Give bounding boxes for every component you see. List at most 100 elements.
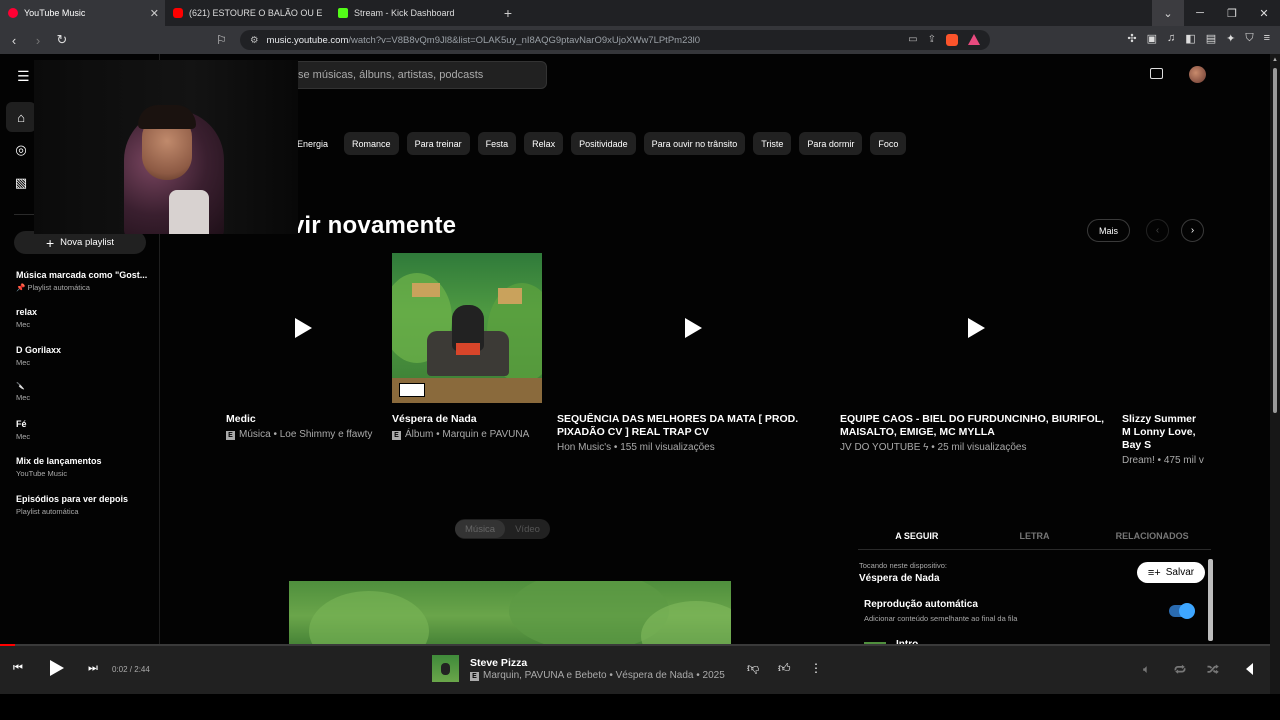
restore-icon[interactable]: ❐ [1216,0,1248,26]
leo-ai-icon[interactable]: ✦ [1226,32,1235,45]
sidebar-toggle-icon[interactable]: ◧ [1185,32,1195,45]
avatar[interactable] [1189,66,1206,83]
page-scrollbar[interactable]: ▲ [1270,54,1280,694]
site-info-icon[interactable]: ⚙ [250,35,259,46]
scroll-up-icon[interactable]: ▲ [1272,57,1278,63]
card-title[interactable]: EQUIPE CAOS - BIEL DO FURDUNCINHO, BIURI… [840,413,1108,439]
play-icon[interactable] [967,318,985,338]
card-sequencia-melhores-da-mata[interactable]: SEQUÊNCIA DAS MELHORES DA MATA [ PROD. P… [557,253,825,454]
card-title[interactable]: SEQUÊNCIA DAS MELHORES DA MATA [ PROD. P… [557,413,825,439]
autoplay-toggle[interactable] [1169,603,1195,619]
toggle-video[interactable]: Vídeo [505,520,550,538]
back-icon[interactable]: ‹ [4,30,24,50]
expand-player-icon[interactable] [1246,663,1253,675]
chip-romance[interactable]: Romance [344,132,399,155]
card-equipe-caos[interactable]: EQUIPE CAOS - BIEL DO FURDUNCINHO, BIURI… [840,253,1108,454]
scrollbar-thumb[interactable] [1273,68,1277,413]
home-icon[interactable]: ⌂ [6,102,36,132]
new-playlist-button[interactable]: + Nova playlist [14,231,146,254]
sidebar-playlist-relax[interactable]: relax Mec [16,307,156,344]
playing-on-label: Tocando neste dispositivo: [859,561,947,570]
card-title[interactable]: Slizzy Summer M Lonny Love, Bay S [1122,413,1205,452]
brave-rewards-icon[interactable] [968,34,980,45]
dislike-icon[interactable]: 👎︎ [747,661,759,676]
now-playing-artwork [289,581,731,651]
card-slizzy-summer[interactable]: Slizzy Summer M Lonny Love, Bay S Dream!… [1122,253,1205,467]
chip-relax[interactable]: Relax [524,132,564,155]
chip-festa[interactable]: Festa [477,132,517,155]
tab-kick-dashboard[interactable]: Stream - Kick Dashboard [330,0,495,26]
repeat-icon[interactable]: 🔁︎ [1174,662,1186,679]
card-title[interactable]: Véspera de Nada [392,413,542,426]
tab-search-icon[interactable]: ⌄ [1152,0,1184,26]
sidebar-playlist-d-gorilaxx[interactable]: D Gorilaxx Mec [16,345,156,382]
save-queue-button[interactable]: ≡+ Salvar [1137,562,1205,583]
tab-relacionados[interactable]: RELACIONADOS [1093,522,1211,550]
tab-youtube-music[interactable]: YouTube Music ✕ [0,0,165,26]
chip-para-treinar[interactable]: Para treinar [406,132,470,155]
next-track-icon[interactable]: ⏭ [88,662,98,675]
card-thumbnail[interactable] [1122,253,1205,403]
sidebar-playlist-episodios[interactable]: Episódios para ver depois Playlist autom… [16,494,156,531]
playlist-subtitle: Playlist automática [16,506,79,516]
chip-positividade[interactable]: Positividade [571,132,636,155]
library-icon[interactable]: ▧ [6,168,36,198]
play-pause-icon[interactable] [50,660,64,676]
sidebar-playlist-mix-lancamentos[interactable]: Mix de lançamentos YouTube Music [16,456,156,493]
tab-letra[interactable]: LETRA [976,522,1094,550]
toggle-music[interactable]: Música [455,520,506,538]
share-icon[interactable]: ⇪ [928,34,936,46]
carousel-prev-icon[interactable]: ‹ [1146,219,1169,242]
sidebar-playlist-knife[interactable]: 🔪 Mec [16,382,156,419]
now-playing-title[interactable]: Steve Pizza [470,657,527,669]
card-thumbnail[interactable] [840,253,1108,403]
cast-screen-icon[interactable]: ▭ [908,34,917,46]
bookmark-icon[interactable]: ⚐ [216,33,227,47]
more-button[interactable]: Mais [1087,219,1130,242]
media-controls-icon[interactable]: ♫ [1167,32,1175,45]
forward-icon[interactable]: › [28,30,48,50]
carousel-next-icon[interactable]: › [1181,219,1204,242]
chip-energia[interactable]: Energia [297,132,336,155]
menu-icon[interactable]: ≡ [1264,32,1270,45]
hamburger-menu-icon[interactable]: ☰ [17,69,31,83]
new-tab-button[interactable]: + [495,0,521,26]
explore-compass-icon[interactable]: ◎ [6,135,36,165]
tab-close-icon[interactable]: ✕ [150,7,159,20]
chip-foco[interactable]: Foco [870,132,907,155]
shuffle-icon[interactable]: 🔀︎ [1207,662,1219,679]
card-thumbnail[interactable] [226,253,376,403]
extensions-puzzle-icon[interactable]: ✣ [1127,32,1136,45]
more-options-icon[interactable]: ⋮ [810,661,822,675]
vpn-shield-icon[interactable]: ⛉ [1245,32,1253,45]
like-icon[interactable]: 👍︎ [778,661,791,676]
screenshot-icon[interactable]: ▣ [1147,32,1157,45]
play-icon[interactable] [294,318,312,338]
volume-icon[interactable]: 🔈︎ [1143,662,1150,677]
sidebar-playlist-fe[interactable]: Fé Mec [16,419,156,456]
close-window-icon[interactable]: ✕ [1248,0,1280,26]
playlist-title: D Gorilaxx [16,344,62,355]
minimize-icon[interactable]: ─ [1184,0,1216,26]
tab-a-seguir[interactable]: A SEGUIR [858,522,976,550]
previous-track-icon[interactable]: ⏮ [13,662,23,675]
reload-icon[interactable]: ↻ [52,30,72,50]
album-cover[interactable] [392,253,542,403]
chip-triste[interactable]: Triste [753,132,792,155]
wallet-icon[interactable]: ▤ [1206,32,1216,45]
chip-para-dormir[interactable]: Para dormir [799,132,863,155]
now-playing-thumbnail[interactable] [432,655,459,682]
sidebar-playlist-liked[interactable]: Música marcada como "Gost... 📌 Playlist … [16,270,156,307]
panel-scrollbar[interactable] [1208,559,1213,641]
cast-icon[interactable] [1150,68,1163,79]
chip-para-ouvir-no-transito[interactable]: Para ouvir no trânsito [643,132,746,155]
card-vespera-de-nada[interactable]: Véspera de Nada E Álbum • Marquin e PAVUN… [392,253,542,441]
card-thumbnail[interactable] [557,253,825,403]
card-medic[interactable]: Medic E Música • Loe Shimmy e ffawty [226,253,376,441]
tab-youtube-video[interactable]: (621) ESTOURE O BALÃO OU ENCON [165,0,330,26]
address-bar[interactable]: ⚐ ⚙ music.youtube.com/watch?v=V8B8vQm9Jl… [216,30,990,50]
brave-shields-icon[interactable] [946,34,958,46]
play-icon[interactable] [684,318,702,338]
progress-bar[interactable] [0,644,1270,646]
card-title[interactable]: Medic [226,413,376,426]
